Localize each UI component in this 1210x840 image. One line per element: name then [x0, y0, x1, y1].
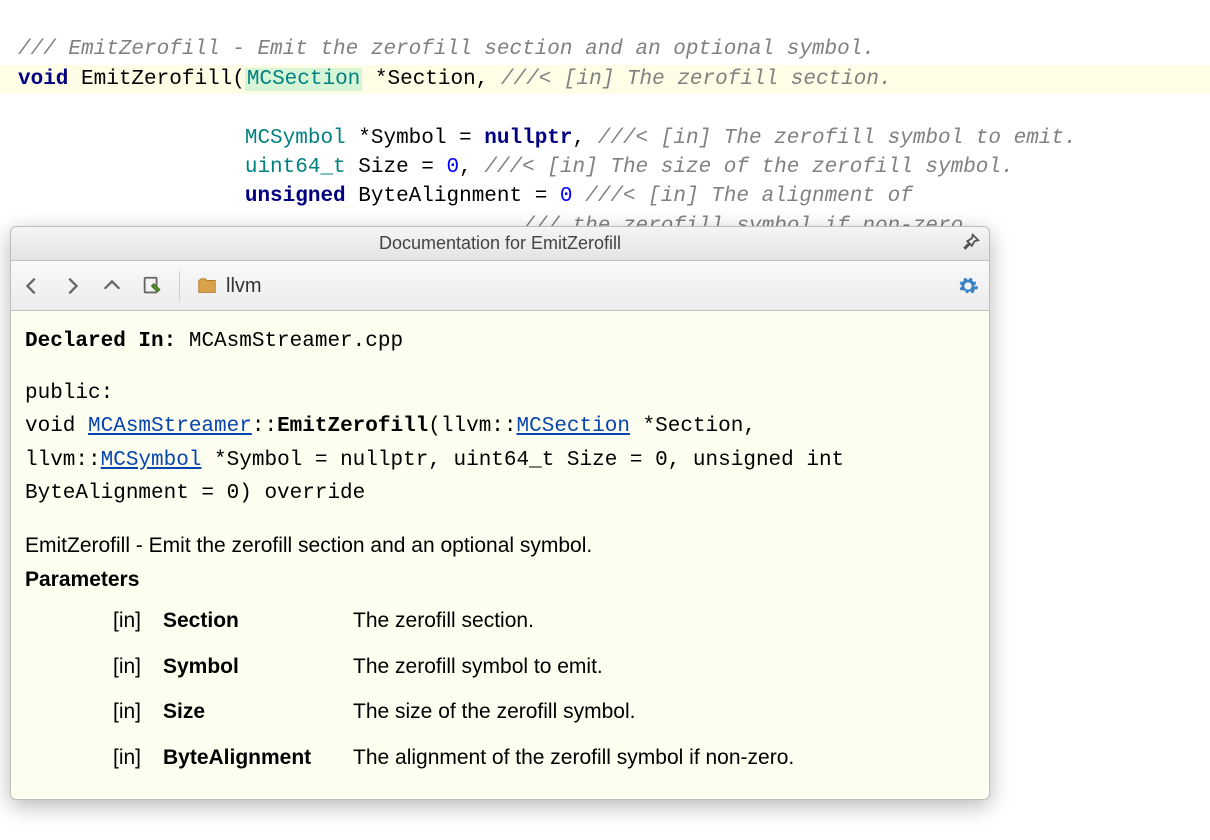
inline-doc: ///< [in] The size of the zerofill symbo…: [484, 156, 1013, 179]
number: 0: [560, 185, 573, 208]
param-row: [in] Size The size of the zerofill symbol.: [25, 689, 975, 735]
edit-icon[interactable]: [141, 275, 163, 297]
type: MCSymbol: [245, 127, 346, 150]
param-direction: [in]: [113, 650, 153, 684]
separator: [179, 271, 180, 301]
keyword: unsigned: [245, 185, 346, 208]
param-direction: [in]: [113, 604, 153, 638]
code-line: unsigned ByteAlignment = 0 ///< [in] The…: [18, 185, 913, 208]
param-row: [in] Section The zerofill section.: [25, 598, 975, 644]
forward-icon[interactable]: [61, 275, 83, 297]
parameter-list: [in] Section The zerofill section. [in] Sym…: [25, 598, 975, 780]
class-link[interactable]: MCAsmStreamer: [88, 415, 252, 438]
gear-icon[interactable]: [957, 275, 979, 297]
inline-doc: ///< [in] The zerofill symbol to emit.: [598, 127, 1077, 150]
documentation-popup: Documentation for EmitZerofill llvm Decl…: [10, 226, 990, 800]
param-direction: [in]: [113, 695, 153, 729]
popup-body: Declared In: MCAsmStreamer.cpp public: v…: [11, 311, 989, 799]
type-link[interactable]: MCSection: [517, 415, 630, 438]
param-name: Section: [163, 604, 343, 638]
highlighted-line: void EmitZerofill(MCSection *Section, //…: [0, 65, 1210, 94]
param-name: Symbol: [163, 650, 343, 684]
folder-icon: [196, 275, 218, 297]
declared-in-label: Declared In:: [25, 330, 176, 353]
declared-in: Declared In: MCAsmStreamer.cpp: [25, 325, 975, 359]
param-desc: The zerofill symbol to emit.: [353, 650, 975, 684]
inline-doc: ///< [in] The alignment of: [585, 185, 913, 208]
type: uint64_t: [245, 156, 346, 179]
function-name: EmitZerofill(: [68, 68, 244, 91]
inline-doc: ///< [in] The zerofill section.: [501, 68, 892, 91]
popup-toolbar: llvm: [11, 261, 989, 311]
param-row: [in] Symbol The zerofill symbol to emit.: [25, 644, 975, 690]
signature-line-1: void MCAsmStreamer::EmitZerofill(llvm::M…: [25, 410, 975, 444]
code-line: uint64_t Size = 0, ///< [in] The size of…: [18, 156, 1014, 179]
brief-doc: EmitZerofill - Emit the zerofill section…: [25, 529, 975, 563]
pin-icon[interactable]: [959, 232, 981, 254]
number: 0: [447, 156, 460, 179]
code-line: MCSymbol *Symbol = nullptr, ///< [in] Th…: [18, 127, 1077, 150]
access-modifier: public:: [25, 377, 975, 411]
parameters-header: Parameters: [25, 563, 975, 597]
param: *Section,: [362, 68, 501, 91]
param-desc: The alignment of the zerofill symbol if …: [353, 741, 975, 775]
function-name: EmitZerofill: [277, 415, 428, 438]
up-icon[interactable]: [101, 275, 123, 297]
type-link[interactable]: MCSymbol: [101, 449, 202, 472]
project-name: llvm: [226, 272, 262, 300]
declared-in-file: MCAsmStreamer.cpp: [176, 330, 403, 353]
param-desc: The size of the zerofill symbol.: [353, 695, 975, 729]
doc-comment-line: /// EmitZerofill - Emit the zerofill sec…: [18, 38, 875, 61]
param-name: ByteAlignment: [163, 741, 343, 775]
nav-buttons: [21, 275, 163, 297]
keyword: void: [18, 68, 68, 91]
signature: public: void MCAsmStreamer::EmitZerofill…: [25, 377, 975, 511]
popup-title-text: Documentation for EmitZerofill: [379, 231, 621, 256]
param-desc: The zerofill section.: [353, 604, 975, 638]
param-direction: [in]: [113, 741, 153, 775]
back-icon[interactable]: [21, 275, 43, 297]
popup-titlebar[interactable]: Documentation for EmitZerofill: [11, 227, 989, 261]
param-name: Size: [163, 695, 343, 729]
param-row: [in] ByteAlignment The alignment of the ze…: [25, 735, 975, 781]
keyword: nullptr: [484, 127, 572, 150]
type: MCSection: [245, 68, 362, 91]
signature-line-3: ByteAlignment = 0) override: [25, 477, 975, 511]
signature-line-2: llvm::MCSymbol *Symbol = nullptr, uint64…: [25, 444, 975, 478]
project-label[interactable]: llvm: [196, 272, 262, 300]
